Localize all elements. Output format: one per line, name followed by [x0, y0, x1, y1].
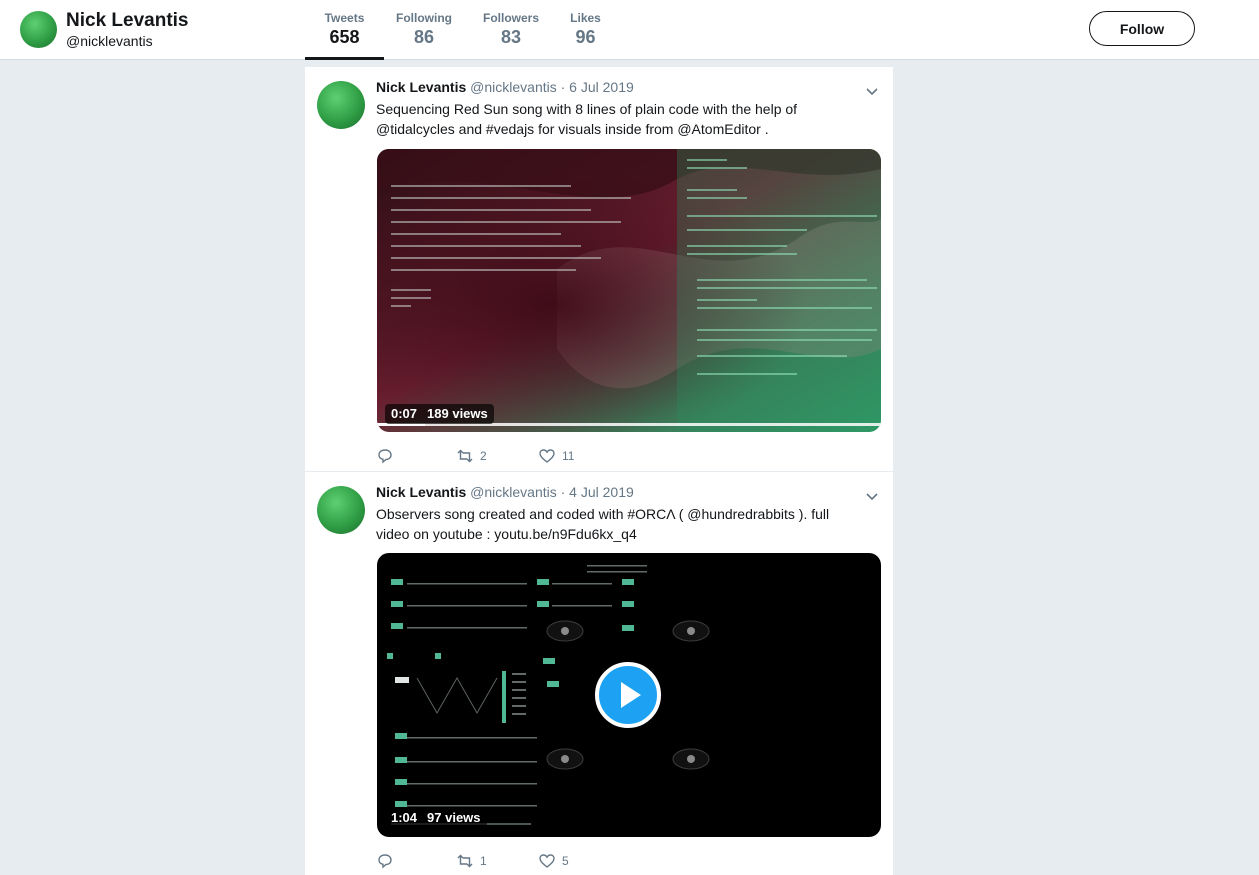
video-duration-badge: 1:04 97 views	[385, 808, 487, 828]
stat-tweets[interactable]: Tweets 658	[305, 0, 384, 60]
chevron-down-icon[interactable]	[865, 489, 879, 503]
video-duration: 1:04	[391, 810, 418, 825]
video-views: 97 views	[427, 810, 481, 825]
chevron-down-icon[interactable]	[865, 84, 879, 98]
stat-likes[interactable]: Likes 96	[558, 0, 613, 60]
reply-action[interactable]	[376, 447, 456, 465]
stat-following[interactable]: Following 86	[384, 0, 464, 60]
video-frame-red-sun	[377, 149, 881, 432]
retweet-action[interactable]: 1	[456, 852, 538, 870]
retweet-icon[interactable]	[456, 852, 474, 870]
tweet-author-name[interactable]: Nick Levantis	[376, 79, 466, 95]
profile-avatar[interactable]	[20, 11, 57, 48]
video-views: 189 views	[427, 406, 488, 421]
stat-value: 83	[500, 27, 522, 47]
play-icon[interactable]	[599, 666, 657, 724]
tweet-avatar[interactable]	[317, 81, 365, 129]
tweet-author-handle[interactable]: @nicklevantis	[470, 484, 557, 500]
tweet-timeline: Nick Levantis @nicklevantis · 6 Jul 2019…	[305, 67, 893, 875]
stat-label: Tweets	[324, 11, 365, 25]
stat-value: 86	[413, 27, 435, 47]
play-button[interactable]	[595, 662, 661, 728]
tweet-avatar[interactable]	[317, 486, 365, 534]
heart-icon[interactable]	[538, 852, 556, 870]
tweet[interactable]: Nick Levantis @nicklevantis · 6 Jul 2019…	[305, 67, 893, 472]
tweet-text: Observers song created and coded with #O…	[376, 506, 830, 542]
tweet-video[interactable]: 1:04 97 views	[377, 553, 881, 837]
tweet-author-handle[interactable]: @nicklevantis	[470, 79, 557, 95]
reply-action[interactable]	[376, 852, 456, 870]
like-action[interactable]: 11	[538, 447, 574, 465]
retweet-icon[interactable]	[456, 447, 474, 465]
video-duration: 0:07	[391, 406, 418, 421]
profile-handle: @nicklevantis	[66, 33, 153, 49]
tweet-date[interactable]: · 4 Jul 2019	[561, 484, 634, 500]
stat-label: Likes	[570, 11, 601, 25]
tweet[interactable]: Nick Levantis @nicklevantis · 4 Jul 2019…	[305, 472, 893, 875]
stat-followers[interactable]: Followers 83	[464, 0, 558, 60]
tweet-video[interactable]: 0:07 189 views	[377, 149, 881, 432]
reply-icon[interactable]	[376, 852, 394, 870]
tweet-text: Sequencing Red Sun song with 8 lines of …	[376, 101, 798, 137]
like-count: 11	[562, 449, 575, 463]
stat-value: 96	[575, 27, 596, 47]
tweet-author-name[interactable]: Nick Levantis	[376, 484, 466, 500]
tweet-actions: 1 5	[376, 852, 569, 870]
tweet-header: Nick Levantis @nicklevantis · 4 Jul 2019	[376, 484, 634, 500]
like-action[interactable]: 5	[538, 852, 569, 870]
profile-stats: Tweets 658 Following 86 Followers 83 Lik…	[305, 0, 613, 60]
retweet-action[interactable]: 2	[456, 447, 538, 465]
profile-name[interactable]: Nick Levantis	[66, 10, 189, 32]
follow-button[interactable]: Follow	[1089, 11, 1195, 46]
stat-label: Followers	[482, 11, 539, 25]
stat-label: Following	[396, 11, 452, 25]
reply-icon[interactable]	[376, 447, 394, 465]
retweet-count: 2	[480, 449, 487, 463]
profile-nav-bar: Nick Levantis @nicklevantis Tweets 658 F…	[0, 0, 1259, 60]
tweet-header: Nick Levantis @nicklevantis · 6 Jul 2019	[376, 79, 634, 95]
retweet-count: 1	[480, 854, 487, 868]
heart-icon[interactable]	[538, 447, 556, 465]
stat-value: 658	[329, 27, 360, 47]
video-duration-badge: 0:07 189 views	[385, 404, 494, 424]
tweet-actions: 2 11	[376, 447, 574, 465]
like-count: 5	[562, 854, 569, 868]
tweet-date[interactable]: · 6 Jul 2019	[561, 79, 634, 95]
